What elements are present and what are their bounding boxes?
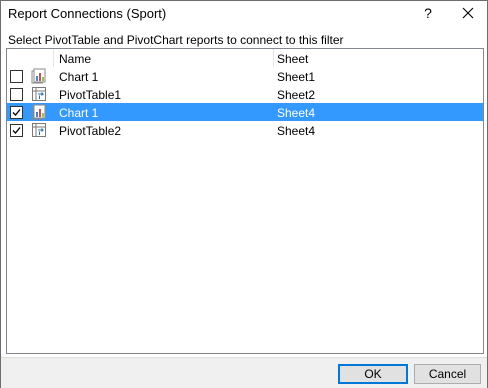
dialog-title: Report Connections (Sport)	[8, 6, 167, 21]
pivotchart-icon	[31, 68, 46, 84]
column-header-name[interactable]: Name	[59, 52, 91, 66]
list-header: Name Sheet	[7, 49, 483, 67]
row-checkbox[interactable]	[10, 70, 23, 83]
pivottable-icon	[32, 87, 46, 101]
row-name: Chart 1	[59, 70, 99, 84]
row-name: Chart 1	[59, 106, 99, 120]
row-checkbox[interactable]	[10, 88, 23, 101]
header-separator[interactable]	[53, 49, 54, 67]
header-separator[interactable]	[273, 49, 274, 67]
row-sheet: Sheet1	[277, 70, 316, 84]
help-icon: ?	[424, 5, 432, 21]
pivottable-icon	[32, 123, 46, 137]
row-sheet: Sheet4	[277, 124, 316, 138]
report-list[interactable]: Name Sheet Chart 1 Sheet1 PivotTable1 Sh…	[6, 48, 484, 354]
row-sheet: Sheet4	[277, 106, 316, 120]
help-button[interactable]: ?	[417, 3, 439, 23]
row-checkbox[interactable]	[10, 124, 23, 137]
instruction-text: Select PivotTable and PivotChart reports…	[8, 33, 344, 47]
column-header-sheet[interactable]: Sheet	[277, 52, 308, 66]
close-button[interactable]	[456, 3, 480, 23]
report-connections-dialog: Report Connections (Sport) ? Select Pivo…	[0, 0, 488, 388]
button-bar: OK Cancel	[1, 357, 487, 388]
pivotchart-icon	[31, 104, 46, 120]
row-sheet: Sheet2	[277, 88, 316, 102]
row-checkbox[interactable]	[10, 106, 23, 119]
row-name: PivotTable1	[59, 88, 122, 102]
list-item[interactable]: Chart 1 Sheet1	[7, 67, 483, 85]
ok-button[interactable]: OK	[338, 364, 408, 384]
list-item[interactable]: PivotTable2 Sheet4	[7, 121, 483, 139]
list-item[interactable]: Chart 1 Sheet4	[7, 103, 483, 121]
row-name: PivotTable2	[59, 124, 122, 138]
title-bar: Report Connections (Sport) ?	[1, 1, 487, 27]
cancel-button[interactable]: Cancel	[414, 364, 481, 384]
list-item[interactable]: PivotTable1 Sheet2	[7, 85, 483, 103]
close-icon	[462, 7, 474, 19]
